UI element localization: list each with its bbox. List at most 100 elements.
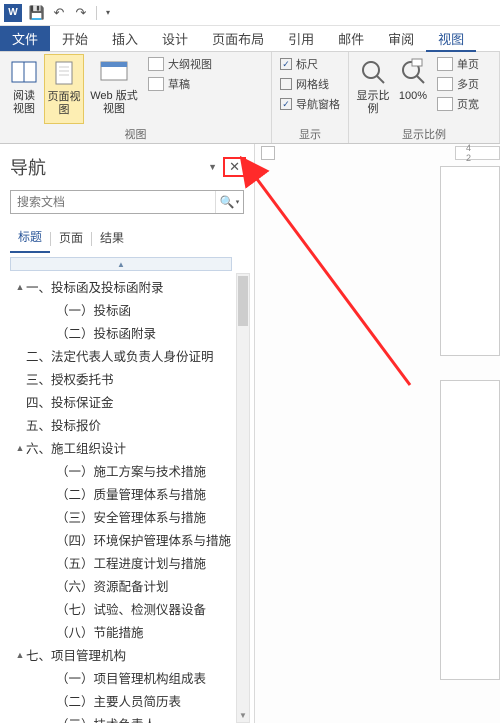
- nav-options-dropdown-icon[interactable]: ▼: [208, 162, 217, 172]
- nav-tree-label: （五）工程进度计划与措施: [56, 553, 206, 572]
- nav-tree-node[interactable]: ▲五、投标报价: [8, 413, 254, 436]
- nav-tree-node[interactable]: ▲三、授权委托书: [8, 367, 254, 390]
- nav-tree-label: （六）资源配备计划: [56, 576, 169, 595]
- checkbox-icon: ✓: [280, 98, 292, 110]
- scroll-down-icon[interactable]: ▼: [237, 708, 249, 722]
- save-icon[interactable]: 💾: [28, 4, 46, 22]
- nav-title: 导航: [10, 154, 208, 180]
- qat-dropdown-icon[interactable]: ▾: [99, 4, 117, 22]
- tab-home[interactable]: 开始: [50, 26, 100, 51]
- draft-view-icon: [148, 77, 164, 91]
- chevron-down-icon: ▾: [236, 198, 240, 206]
- nav-tree-node[interactable]: ▲（八）节能措施: [8, 620, 254, 643]
- views-group-label: 视图: [4, 124, 267, 143]
- ruler-corner[interactable]: [261, 146, 275, 160]
- zoom-label: 显示比例: [355, 90, 391, 116]
- nav-tree-node[interactable]: ▲（五）工程进度计划与措施: [8, 551, 254, 574]
- tab-layout[interactable]: 页面布局: [200, 26, 276, 51]
- page-preview[interactable]: [440, 166, 500, 356]
- multi-page-button[interactable]: 多页: [437, 76, 479, 92]
- nav-tree-node[interactable]: ▲七、项目管理机构: [8, 643, 254, 666]
- nav-tree-label: （一）施工方案与技术措施: [56, 461, 206, 480]
- web-view-button[interactable]: Web 版式视图: [84, 54, 144, 124]
- nav-search-button[interactable]: 🔍▾: [215, 191, 243, 213]
- one-page-label: 单页: [457, 56, 479, 72]
- nav-search-input[interactable]: [11, 191, 215, 213]
- nav-tree-node[interactable]: ▲一、投标函及投标函附录: [8, 275, 254, 298]
- nav-tree-label: （七）试验、检测仪器设备: [56, 599, 206, 618]
- draft-view-label: 草稿: [168, 76, 190, 92]
- nav-tab-pages[interactable]: 页面: [51, 225, 91, 252]
- nav-tree-node[interactable]: ▲（二）主要人员简历表: [8, 689, 254, 712]
- one-page-icon: [437, 57, 453, 71]
- tab-view[interactable]: 视图: [426, 26, 476, 52]
- expand-icon[interactable]: ▲: [14, 443, 26, 453]
- ruler-checkbox[interactable]: ✓标尺: [280, 56, 340, 72]
- nav-tree-node[interactable]: ▲（六）资源配备计划: [8, 574, 254, 597]
- outline-view-icon: [148, 57, 164, 71]
- web-view-label: Web 版式视图: [86, 90, 142, 116]
- expand-icon[interactable]: ▲: [14, 282, 26, 292]
- nav-tree-label: （二）投标函附录: [56, 323, 156, 342]
- outline-view-button[interactable]: 大纲视图: [148, 56, 212, 72]
- multi-page-label: 多页: [457, 76, 479, 92]
- nav-tree-node[interactable]: ▲（二）质量管理体系与措施: [8, 482, 254, 505]
- nav-tree-node[interactable]: ▲（一）施工方案与技术措施: [8, 459, 254, 482]
- tab-references[interactable]: 引用: [276, 26, 326, 51]
- hundred-button[interactable]: 100%: [393, 54, 433, 124]
- navpane-checkbox[interactable]: ✓导航窗格: [280, 96, 340, 112]
- nav-tab-headings[interactable]: 标题: [10, 224, 50, 253]
- show-group-label: 显示: [276, 124, 344, 143]
- nav-tree-node[interactable]: ▲四、投标保证金: [8, 390, 254, 413]
- zoom-button[interactable]: 显示比例: [353, 54, 393, 124]
- tab-insert[interactable]: 插入: [100, 26, 150, 51]
- page-view-label: 页面视图: [47, 91, 81, 117]
- quick-access-toolbar: W 💾 ↶ ↷ ▾: [0, 0, 500, 26]
- horizontal-ruler[interactable]: 4 2: [455, 146, 500, 160]
- nav-tree-node[interactable]: ▲（三）技术负责人: [8, 712, 254, 723]
- nav-tree-node[interactable]: ▲（二）投标函附录: [8, 321, 254, 344]
- nav-tree-node[interactable]: ▲（三）安全管理体系与措施: [8, 505, 254, 528]
- web-view-icon: [98, 56, 130, 88]
- nav-tree-node[interactable]: ▲（七）试验、检测仪器设备: [8, 597, 254, 620]
- nav-tree-label: 七、项目管理机构: [26, 645, 126, 664]
- nav-tree-node[interactable]: ▲（一）项目管理机构组成表: [8, 666, 254, 689]
- nav-tree-label: 五、投标报价: [26, 415, 101, 434]
- undo-icon[interactable]: ↶: [50, 4, 68, 22]
- nav-tree-container: ▲一、投标函及投标函附录▲（一）投标函▲（二）投标函附录▲二、法定代表人或负责人…: [2, 273, 254, 723]
- nav-tree-node[interactable]: ▲（一）投标函: [8, 298, 254, 321]
- nav-tree-node[interactable]: ▲二、法定代表人或负责人身份证明: [8, 344, 254, 367]
- nav-tab-results[interactable]: 结果: [92, 225, 132, 252]
- page-preview[interactable]: [440, 380, 500, 680]
- read-view-label: 阅读 视图: [13, 90, 35, 116]
- tab-design[interactable]: 设计: [150, 26, 200, 51]
- page-width-button[interactable]: 页宽: [437, 96, 479, 112]
- nav-tree-label: 四、投标保证金: [26, 392, 114, 411]
- page-view-button[interactable]: 页面视图: [44, 54, 84, 124]
- tab-mailings[interactable]: 邮件: [326, 26, 376, 51]
- nav-tree-label: （二）主要人员简历表: [56, 691, 181, 710]
- nav-tree-node[interactable]: ▲（四）环境保护管理体系与措施: [8, 528, 254, 551]
- gridlines-checkbox[interactable]: 网格线: [280, 76, 340, 92]
- draft-view-button[interactable]: 草稿: [148, 76, 212, 92]
- tab-review[interactable]: 审阅: [376, 26, 426, 51]
- scroll-thumb[interactable]: [238, 276, 248, 326]
- one-page-button[interactable]: 单页: [437, 56, 479, 72]
- hundred-label: 100%: [399, 90, 427, 103]
- nav-tree: ▲一、投标函及投标函附录▲（一）投标函▲（二）投标函附录▲二、法定代表人或负责人…: [2, 273, 254, 723]
- nav-collapse-bar[interactable]: ▲: [10, 257, 232, 271]
- nav-scrollbar[interactable]: ▲ ▼: [236, 273, 250, 723]
- nav-tree-label: 二、法定代表人或负责人身份证明: [26, 346, 214, 365]
- nav-header: 导航 ▼ ✕: [0, 144, 254, 188]
- ribbon-tabs: 文件 开始 插入 设计 页面布局 引用 邮件 审阅 视图: [0, 26, 500, 52]
- redo-icon[interactable]: ↷: [72, 4, 90, 22]
- nav-tree-node[interactable]: ▲六、施工组织设计: [8, 436, 254, 459]
- expand-icon[interactable]: ▲: [14, 650, 26, 660]
- close-highlight-annotation: ✕: [223, 157, 246, 177]
- document-area: 4 2: [255, 144, 500, 723]
- page-view-icon: [48, 57, 80, 89]
- read-view-button[interactable]: 阅读 视图: [4, 54, 44, 124]
- nav-close-button[interactable]: ✕: [226, 159, 243, 175]
- tab-file[interactable]: 文件: [0, 26, 50, 51]
- nav-tree-label: 六、施工组织设计: [26, 438, 126, 457]
